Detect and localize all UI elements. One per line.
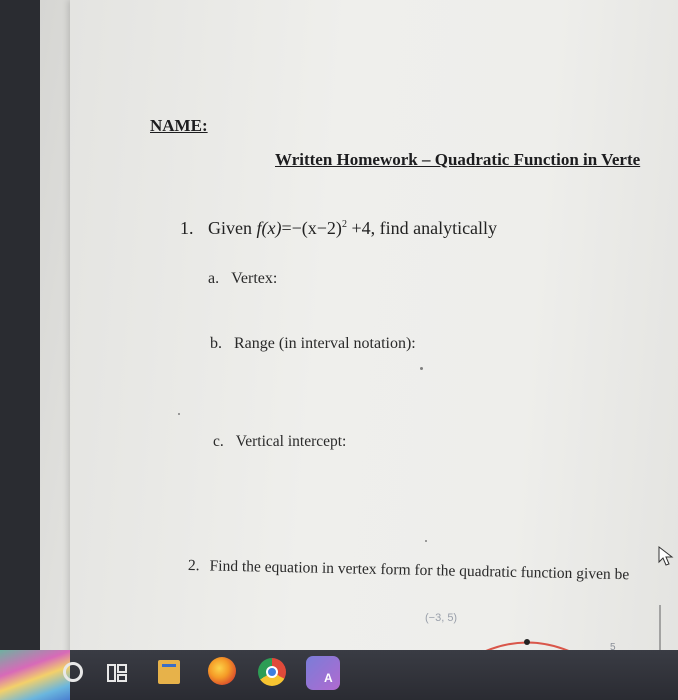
part-letter: c. [213,433,224,450]
part-letter: a. [208,270,220,287]
part-text: Vertical intercept: [235,433,347,450]
question-1b: b. Range (in interval notation): [210,335,416,353]
question-1a: a. Vertex: [208,270,277,288]
question-tail: +4, find analytically [351,218,498,238]
start-icon[interactable] [0,650,70,700]
function-expression: f(x)=−(x−2)2 [257,218,347,238]
function-lhs: f(x) [256,218,282,238]
chrome-icon[interactable] [258,658,286,686]
question-1c: c. Vertical intercept: [213,433,346,451]
axis-tick-label: 5 [610,642,616,650]
question-lead: Given [208,218,252,238]
firefox-icon[interactable] [208,657,236,685]
part-letter: b. [210,335,222,352]
question-number: 1. [180,218,194,238]
vertex-point-label: (−3, 5) [425,612,458,624]
part-text: Range (in interval notation): [234,335,416,352]
function-rhs: =−(x−2) [281,218,342,238]
function-exponent: 2 [341,219,347,230]
file-explorer-icon[interactable] [158,660,180,684]
question-text: Find the equation in vertex form for the… [209,557,630,584]
paper-speck [425,540,427,542]
name-label: NAME: [150,116,208,135]
taskview-icon[interactable] [105,661,129,685]
paper-speck [178,413,180,415]
question-1: 1. Given f(x)=−(x−2)2 +4, find analytica… [180,218,497,239]
part-text: Vertex: [231,270,278,287]
mouse-cursor-icon [658,545,674,566]
question-number: 2. [187,557,200,575]
document-page: NAME: Written Homework – Quadratic Funct… [70,0,678,650]
page-title: Written Homework – Quadratic Function in… [275,150,641,169]
app-icon[interactable] [306,656,340,690]
vertex-point [524,639,530,645]
monitor-screen: NAME: Written Homework – Quadratic Funct… [40,0,678,650]
question-2: 2. Find the equation in vertex form for t… [188,557,630,584]
paper-speck [420,367,423,370]
search-icon[interactable] [63,662,83,682]
